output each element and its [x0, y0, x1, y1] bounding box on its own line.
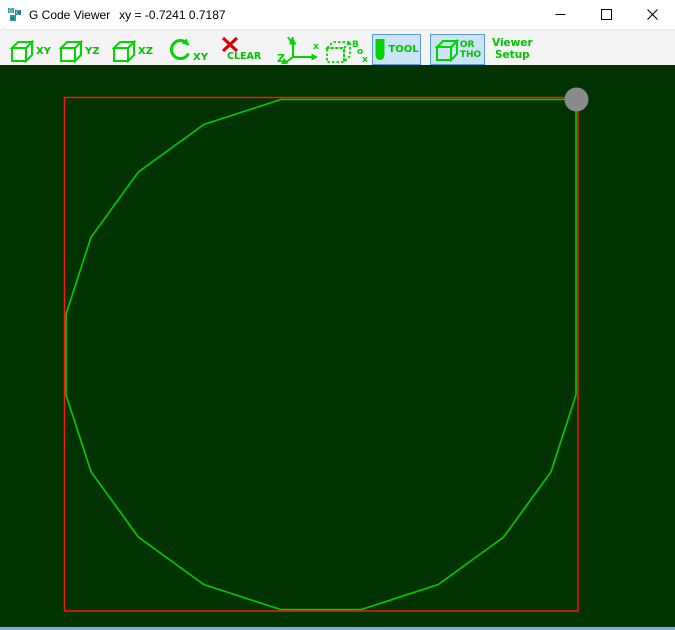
close-icon — [646, 9, 658, 20]
app-icon: G C o — [8, 7, 21, 22]
tool-button[interactable]: TOOL — [372, 34, 421, 65]
maximize-button[interactable] — [583, 0, 629, 29]
box-button[interactable]: B o x — [324, 38, 368, 65]
coords-readout: xy = -0.7241 0.7187 — [119, 7, 226, 22]
window-title: G Code Viewer — [29, 7, 111, 22]
cube-icon — [434, 38, 460, 62]
titlebar: G C o G Code Viewer xy = -0.7241 0.7187 — [0, 0, 675, 30]
toolpath-polyline — [65, 98, 577, 611]
cube-icon — [58, 39, 84, 63]
svg-text:Z: Z — [277, 52, 285, 64]
viewer-setup-label: Viewer Setup — [492, 37, 533, 61]
view-xy-label: XY — [36, 46, 51, 57]
ortho-button[interactable]: OR THO — [430, 34, 485, 65]
clear-button[interactable]: CLEAR — [221, 36, 261, 62]
close-button[interactable] — [629, 0, 675, 29]
toolbar: XY YZ XZ XY CLEAR Y x Z B o x TOOL OR TH… — [0, 30, 675, 65]
view-xz-label: XZ — [138, 46, 153, 57]
svg-text:C: C — [16, 10, 20, 16]
viewer-setup-line2: Setup — [495, 49, 530, 61]
view-yz-label: YZ — [85, 46, 100, 57]
view-yz-button[interactable]: YZ — [58, 39, 100, 63]
svg-text:o: o — [11, 16, 14, 22]
axes-icon: Y x Z — [277, 36, 319, 64]
viewer-setup-line1: Viewer — [492, 37, 533, 49]
plot-area — [0, 65, 675, 627]
boundary-square — [63, 96, 579, 612]
maximize-icon — [600, 9, 612, 20]
axes-button[interactable]: Y x Z — [277, 35, 323, 64]
rotate-xy-button[interactable]: XY — [167, 37, 208, 63]
ortho-label: OR THO — [460, 40, 481, 60]
svg-text:x: x — [313, 42, 319, 52]
endmill-icon — [375, 38, 385, 60]
svg-text:G: G — [9, 8, 13, 14]
minimize-icon — [555, 14, 565, 15]
tool-position-marker — [564, 87, 589, 112]
clear-label: CLEAR — [227, 51, 262, 62]
dashed-cube-icon: B o x — [324, 39, 368, 65]
cube-icon — [9, 39, 35, 63]
view-xz-button[interactable]: XZ — [111, 39, 153, 63]
viewer-setup-button[interactable]: Viewer Setup — [492, 31, 533, 61]
box-letter-x: x — [362, 55, 368, 65]
rotate-xy-label: XY — [193, 52, 208, 63]
app-window: G C o G Code Viewer xy = -0.7241 0.7187 — [0, 0, 675, 630]
cube-icon — [111, 39, 137, 63]
ortho-label-line2: THO — [459, 49, 482, 60]
gcode-plot[interactable] — [0, 65, 675, 627]
view-xy-button[interactable]: XY — [9, 39, 51, 63]
minimize-button[interactable] — [537, 0, 583, 29]
ortho-label-line1: OR — [459, 39, 475, 50]
rotate-arrow-icon — [169, 38, 190, 61]
tool-label: TOOL — [388, 44, 419, 55]
